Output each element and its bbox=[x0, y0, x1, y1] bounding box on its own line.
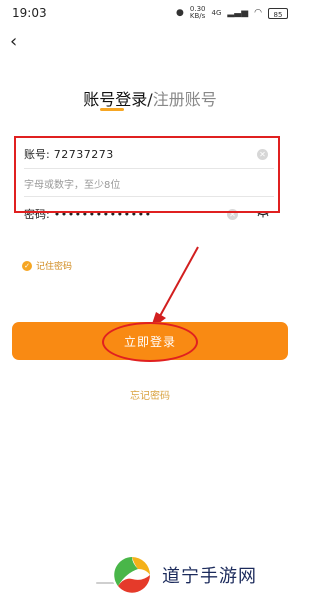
watermark-text: 道宁手游网 bbox=[162, 566, 257, 587]
watermark: 道宁手游网 bbox=[112, 548, 298, 602]
watermark-logo-icon bbox=[112, 555, 152, 595]
annotation-arrow bbox=[150, 246, 199, 330]
forgot-password-link[interactable]: 忘记密码 bbox=[0, 387, 300, 402]
login-highlight-circle bbox=[102, 322, 198, 362]
